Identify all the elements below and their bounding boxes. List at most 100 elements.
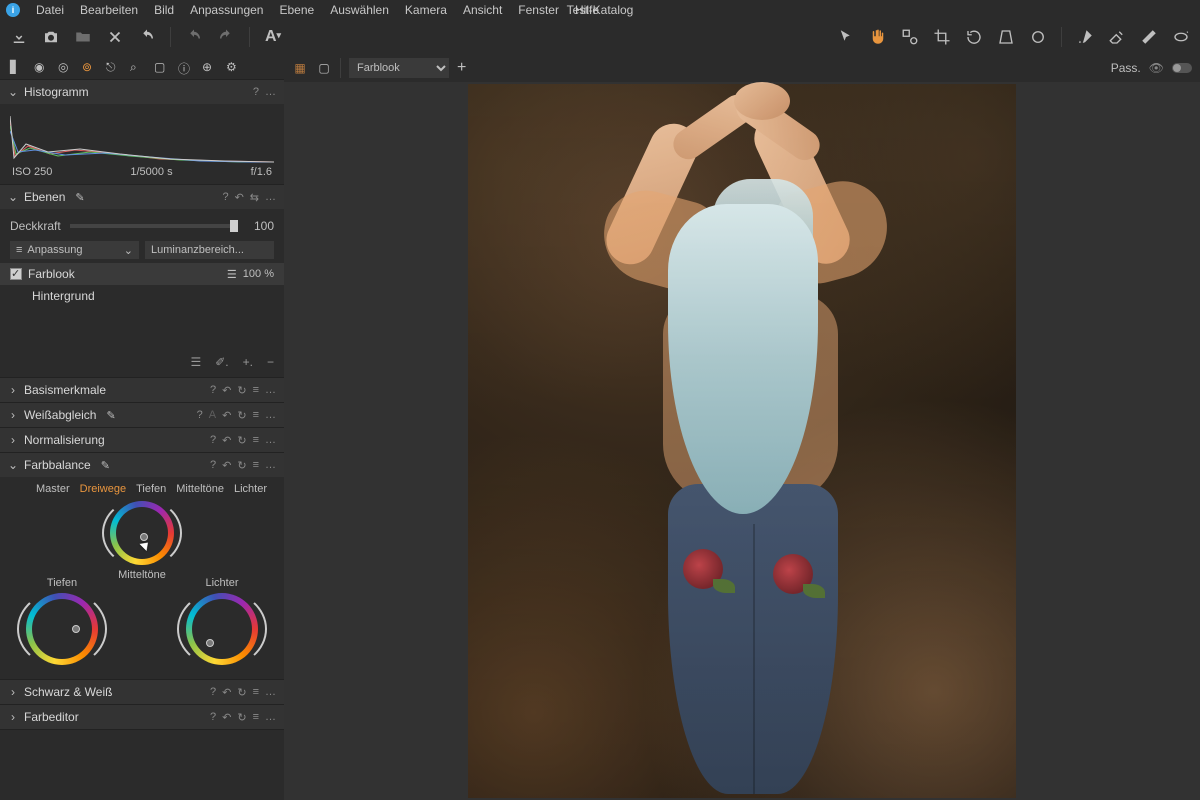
gear-tab-icon[interactable]: ⚙ (226, 60, 240, 74)
chevron-right-icon[interactable]: › (8, 433, 18, 447)
three-line-icon[interactable]: ≡ (253, 711, 259, 723)
single-view-icon[interactable]: ▢ (316, 60, 332, 76)
cycle-icon[interactable]: ↻ (237, 711, 246, 724)
cycle-icon[interactable]: ↻ (237, 459, 246, 472)
folder-icon[interactable] (74, 28, 92, 46)
chevron-down-icon[interactable]: ⌄ (8, 458, 18, 472)
reset-icon[interactable]: ↶ (222, 434, 231, 447)
more-icon[interactable]: … (265, 409, 276, 421)
menu-edit[interactable]: Bearbeiten (80, 3, 138, 17)
reset-icon[interactable]: ↶ (222, 686, 231, 699)
add-layer-icon[interactable]: +. (243, 355, 253, 369)
histogram-graph[interactable] (10, 106, 274, 164)
three-line-icon[interactable]: ≡ (253, 459, 259, 471)
spot-tool-icon[interactable] (1029, 28, 1047, 46)
layer-item-background[interactable]: Hintergrund (10, 285, 274, 307)
import-icon[interactable] (10, 28, 28, 46)
undo2-icon[interactable] (185, 28, 203, 46)
tab-master[interactable]: Master (36, 483, 70, 495)
tab-lichter[interactable]: Lichter (234, 483, 267, 495)
more-icon[interactable]: … (265, 686, 276, 698)
text-icon[interactable]: A (209, 409, 216, 421)
wheel-handle[interactable] (206, 639, 214, 647)
hand-tool-icon[interactable] (869, 28, 887, 46)
cycle-icon[interactable]: ↻ (237, 434, 246, 447)
capture-tab-icon[interactable]: ◉ (34, 60, 48, 74)
chevron-down-icon[interactable]: ⌄ (8, 190, 18, 204)
color-wheel-shadows[interactable] (26, 593, 98, 665)
image-viewer[interactable] (284, 82, 1200, 800)
three-line-icon[interactable]: ≡ (253, 686, 259, 698)
variant-dropdown[interactable]: Farblook (349, 58, 449, 78)
chevron-right-icon[interactable]: › (8, 685, 18, 699)
add-variant-icon[interactable]: + (457, 60, 466, 76)
close-icon[interactable] (106, 28, 124, 46)
capture-icon[interactable] (42, 28, 60, 46)
menu-file[interactable]: Datei (36, 3, 64, 17)
menu-window[interactable]: Fenster (518, 3, 559, 17)
grid-view-icon[interactable]: ▦ (292, 60, 308, 76)
menu-image[interactable]: Bild (154, 3, 174, 17)
text-tool-icon[interactable]: A▾ (264, 28, 282, 46)
sliders-icon[interactable]: ☰ (227, 268, 237, 281)
cycle-icon[interactable]: ↻ (237, 409, 246, 422)
opacity-slider[interactable] (70, 224, 238, 228)
luma-dropdown[interactable]: Luminanzbereich... (145, 241, 274, 259)
rotate-tool-icon[interactable] (965, 28, 983, 46)
more-icon[interactable]: … (265, 191, 276, 203)
chevron-down-icon[interactable]: ⌄ (8, 85, 18, 99)
brush-small-icon[interactable]: ✐. (215, 355, 228, 369)
lens-tab-icon[interactable]: ◎ (58, 60, 72, 74)
tab-mitten[interactable]: Mitteltöne (176, 483, 224, 495)
clipboard-tab-icon[interactable]: ▢ (154, 60, 168, 74)
tab-dreiwege[interactable]: Dreiwege (80, 483, 126, 495)
proof-toggle[interactable] (1172, 63, 1192, 73)
more-icon[interactable]: … (265, 434, 276, 446)
cycle-icon[interactable]: ↻ (237, 686, 246, 699)
three-line-icon[interactable]: ≡ (253, 434, 259, 446)
cycle-icon[interactable]: ↻ (237, 384, 246, 397)
help-icon[interactable]: ? (222, 191, 228, 203)
gradient-tool-icon[interactable] (1140, 28, 1158, 46)
export-tab-icon[interactable]: ⎋ (106, 60, 120, 74)
reset-icon[interactable]: ↶ (235, 191, 244, 204)
help-icon[interactable]: ? (210, 384, 216, 396)
pencil-icon[interactable]: ✎ (75, 191, 84, 204)
delete-layer-icon[interactable]: − (267, 355, 274, 369)
menu-view[interactable]: Ansicht (463, 3, 502, 17)
eye-icon[interactable]: 👁 (1149, 61, 1164, 75)
color-wheel-midtones[interactable] (110, 501, 174, 565)
keystone-tool-icon[interactable] (997, 28, 1015, 46)
library-tab-icon[interactable]: ▋ (10, 60, 24, 74)
more-icon[interactable]: … (265, 711, 276, 723)
help-icon[interactable]: ? (210, 434, 216, 446)
help-icon[interactable]: ? (210, 711, 216, 723)
more-icon[interactable]: … (265, 459, 276, 471)
shape-tool-icon[interactable] (901, 28, 919, 46)
menu-camera[interactable]: Kamera (405, 3, 447, 17)
info-tab-icon[interactable]: ⓘ (178, 60, 192, 74)
tab-tiefen[interactable]: Tiefen (136, 483, 166, 495)
three-line-icon[interactable]: ≡ (253, 409, 259, 421)
swap-icon[interactable]: ⇆ (250, 191, 259, 204)
checkbox-icon[interactable] (10, 268, 22, 280)
search-tab-icon[interactable]: ⌕ (130, 60, 144, 74)
layer-item-farblook[interactable]: Farblook ☰ 100 % (0, 263, 284, 285)
crop-tool-icon[interactable] (933, 28, 951, 46)
reset-icon[interactable]: ↶ (222, 711, 231, 724)
pencil-icon[interactable]: ✎ (101, 459, 110, 472)
eraser-tool-icon[interactable] (1108, 28, 1126, 46)
help-icon[interactable]: ? (253, 86, 259, 98)
menu-adjust[interactable]: Anpassungen (190, 3, 263, 17)
radial-tool-icon[interactable] (1172, 28, 1190, 46)
menu-select[interactable]: Auswählen (330, 3, 389, 17)
chevron-right-icon[interactable]: › (8, 408, 18, 422)
help-icon[interactable]: ? (210, 459, 216, 471)
filter-layers-icon[interactable]: ☰ (190, 355, 201, 369)
reset-icon[interactable]: ↶ (222, 384, 231, 397)
color-tab-icon[interactable]: ⊚ (82, 60, 96, 74)
chevron-right-icon[interactable]: › (8, 383, 18, 397)
more-icon[interactable]: … (265, 86, 276, 98)
pointer-tool-icon[interactable] (837, 28, 855, 46)
three-line-icon[interactable]: ≡ (253, 384, 259, 396)
